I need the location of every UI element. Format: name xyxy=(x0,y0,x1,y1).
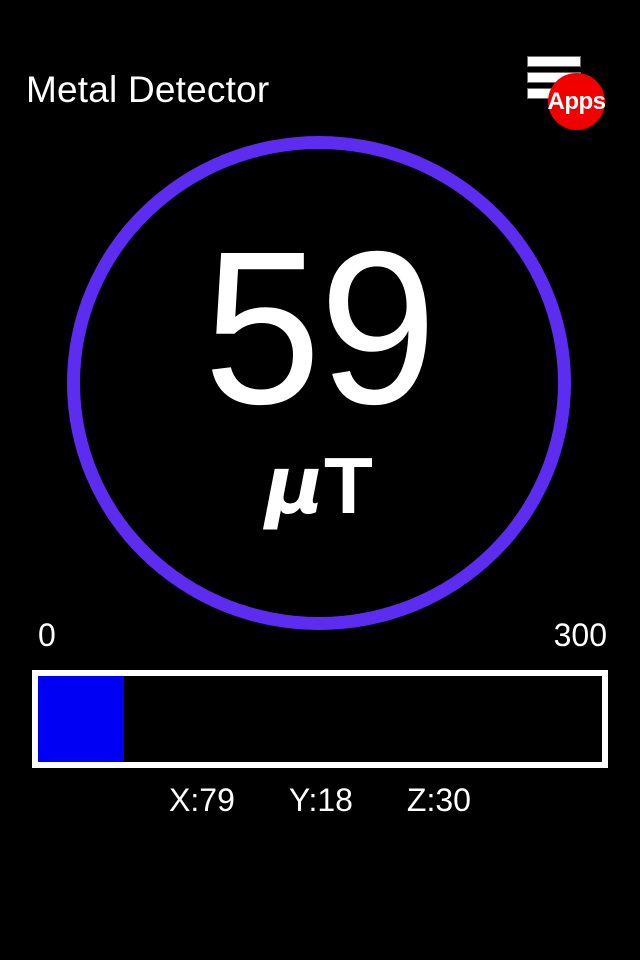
scale-min-label: 0 xyxy=(38,617,56,653)
apps-button[interactable]: Apps xyxy=(524,53,612,130)
axis-readout-x: X:79 xyxy=(169,782,235,818)
axis-readouts: X:79 Y:18 Z:30 xyxy=(0,778,640,822)
app-header: Metal Detector Apps xyxy=(0,0,640,140)
apps-button-label: Apps xyxy=(547,87,607,115)
gauge-unit-suffix: T xyxy=(324,441,373,530)
axis-readout-z: Z:30 xyxy=(406,782,471,818)
axis-readout-y: Y:18 xyxy=(288,782,353,818)
magnetic-field-gauge: 59 μT xyxy=(67,136,571,630)
gauge-unit-mu: μ xyxy=(265,439,324,532)
page-title: Metal Detector xyxy=(26,69,270,110)
field-strength-bar-track xyxy=(38,676,602,762)
apps-badge-circle[interactable]: Apps xyxy=(547,73,607,130)
field-strength-bar-fill xyxy=(38,676,125,762)
scale-labels: 0 300 xyxy=(0,616,640,658)
metal-detector-screen: Metal Detector Apps 59 μT 0 300 X:79 Y:1… xyxy=(0,0,640,960)
scale-max-label: 300 xyxy=(553,617,607,653)
gauge-readout: 59 μT xyxy=(67,136,571,630)
gauge-value: 59 xyxy=(203,207,436,450)
field-strength-bar xyxy=(32,670,608,768)
hamburger-bar xyxy=(528,57,580,66)
gauge-unit: μT xyxy=(265,446,373,526)
